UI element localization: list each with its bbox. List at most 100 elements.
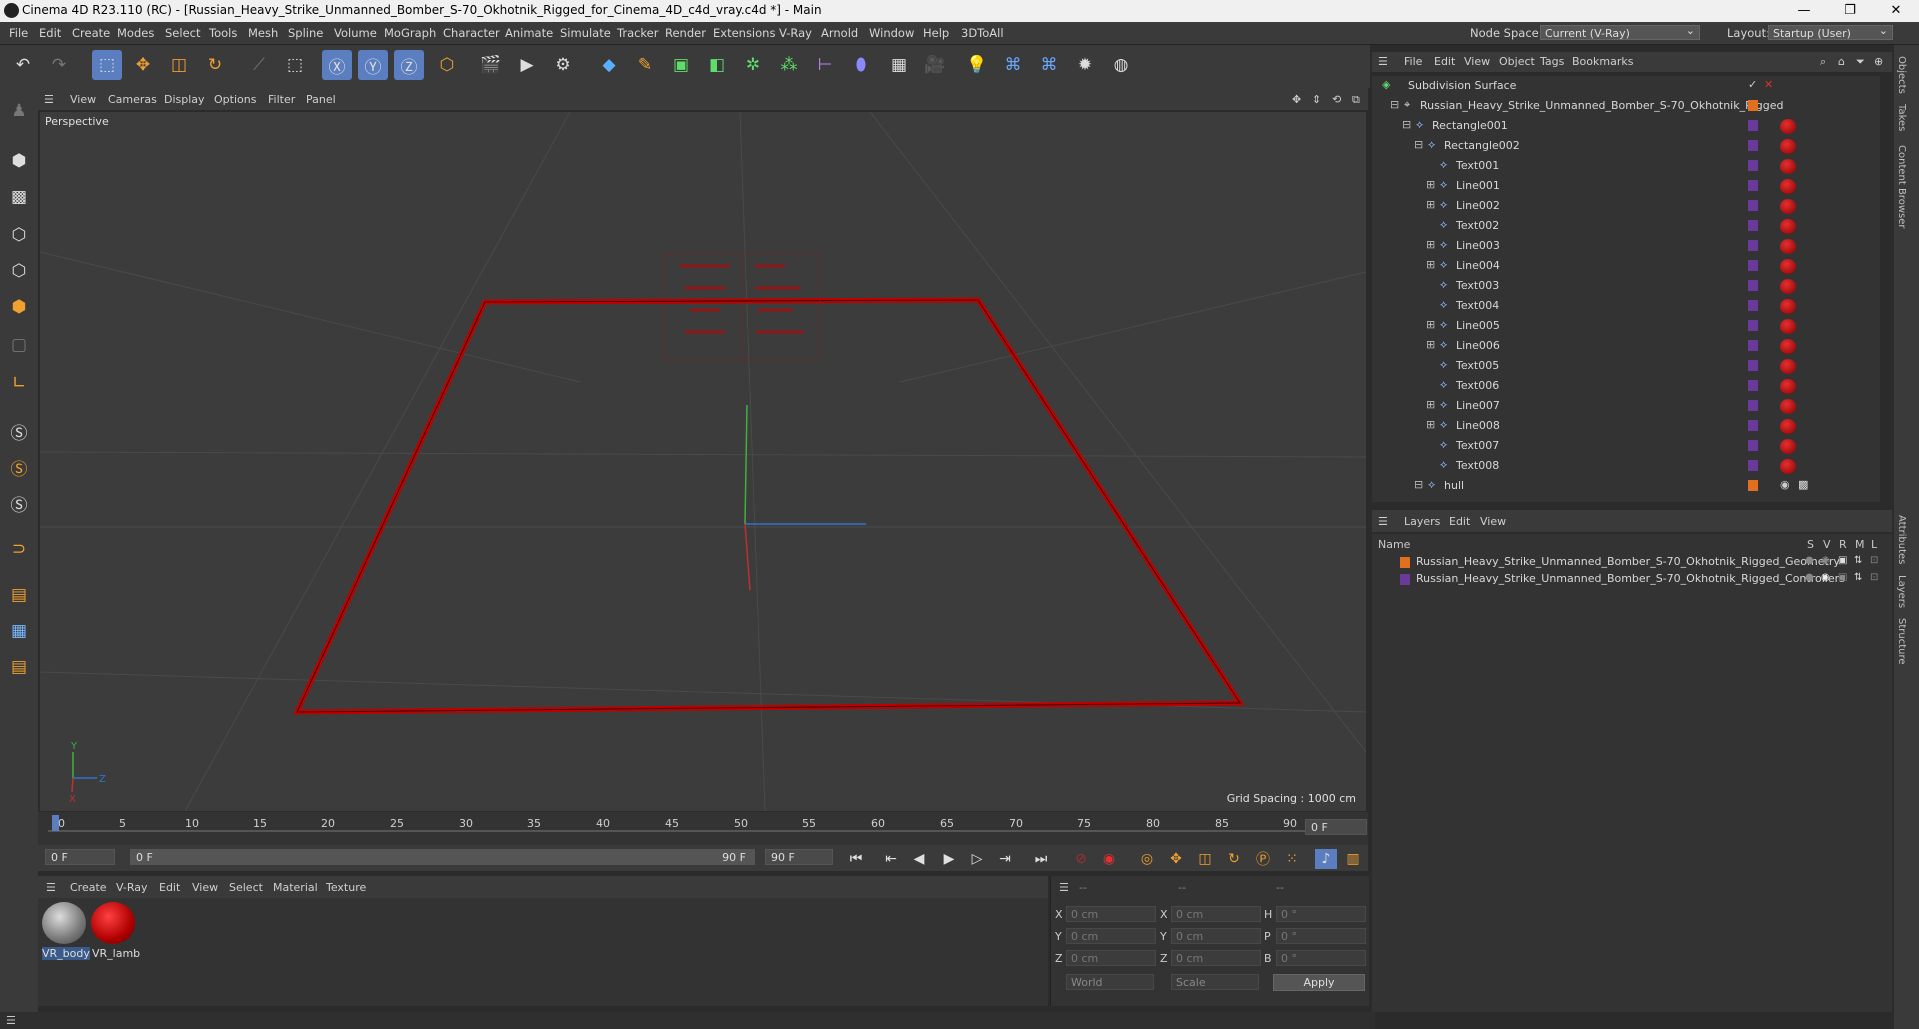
layer-color-swatch[interactable] [1748,340,1758,351]
layer-color-swatch[interactable] [1748,200,1758,211]
grid-icon[interactable]: ▦ [4,616,34,646]
coordinate-system-icon[interactable]: ⬚ [280,50,310,80]
extrude-icon[interactable]: ◧ [702,50,732,80]
disabled-x-icon[interactable]: ✕ [1764,79,1776,91]
material-vr-lamb-swatch[interactable] [91,902,135,944]
go-to-end-icon[interactable]: ⏭ [1030,849,1052,869]
layer-color-swatch[interactable] [1748,380,1758,391]
coords-hamburger-icon[interactable]: ☰ [1059,881,1069,894]
material-menu-view[interactable]: View [192,881,218,894]
menu-simulate[interactable]: Simulate [560,26,611,40]
expand-icon[interactable]: ⊞ [1426,419,1438,431]
expand-icon[interactable]: ⊞ [1426,319,1438,331]
rot-h-field[interactable]: 0 ° [1276,906,1366,922]
tab-takes[interactable]: Takes [1896,104,1907,131]
edit-checkmark-icon[interactable]: ✓ [1748,79,1760,91]
tab-content-browser[interactable]: Content Browser [1896,145,1907,228]
previous-key-icon[interactable]: ⇤ [880,849,902,869]
x-axis-lock-icon[interactable]: Ⓧ [322,50,352,80]
layer-solo-icon[interactable]: ● [1805,572,1814,583]
render-view-icon[interactable]: ▶ [512,50,542,80]
menu-volume[interactable]: Volume [334,26,377,40]
frame-range-slider[interactable]: 0 F 90 F [130,849,755,865]
autokey-icon[interactable]: ◉ [1098,849,1120,869]
viewport-menu-view[interactable]: View [70,93,96,106]
object-home-icon[interactable]: ⌂ [1838,55,1845,68]
menu-spline[interactable]: Spline [288,26,323,40]
timeline-window-icon[interactable]: ♪ [1315,849,1337,869]
maximize-button[interactable]: ❐ [1827,0,1873,22]
material-tag-icon[interactable] [1780,279,1796,294]
menu-extensions[interactable]: Extensions [713,26,775,40]
object-menu-file[interactable]: File [1404,55,1422,68]
menu-file[interactable]: File [9,26,28,40]
menu-character[interactable]: Character [443,26,500,40]
layer-row-geometry[interactable]: Russian_Heavy_Strike_Unmanned_Bomber_S-7… [1372,554,1892,571]
tab-attributes[interactable]: Attributes [1896,515,1907,564]
menu-3dtoall[interactable]: 3DToAll [961,26,1004,40]
menu-select[interactable]: Select [165,26,200,40]
expand-icon[interactable]: ⊞ [1426,239,1438,251]
menu-window[interactable]: Window [869,26,914,40]
minimize-button[interactable]: — [1781,0,1827,22]
object-row-text008[interactable]: ⟡ Text008 [1372,456,1880,476]
material-menu-select[interactable]: Select [229,881,263,894]
points-mode-icon[interactable]: ⬡ [4,220,34,250]
layer-color-swatch[interactable] [1400,557,1410,568]
z-axis-lock-icon[interactable]: Ⓩ [394,50,424,80]
viewport-menu-panel[interactable]: Panel [306,93,336,106]
expand-icon[interactable]: ⊞ [1426,259,1438,271]
polygons-mode-icon[interactable]: ⬢ [4,292,34,322]
layer-lock-icon[interactable]: ⊡ [1870,555,1878,566]
object-row-line003[interactable]: ⊞ ⟡ Line003 [1372,236,1880,256]
material-tag-icon[interactable] [1780,319,1796,334]
node-space-dropdown[interactable]: Current (V-Ray) [1540,23,1700,40]
key-scale-icon[interactable]: ◫ [1194,849,1216,869]
object-row-text002[interactable]: ⟡ Text002 [1372,216,1880,236]
viewport-rotate-icon[interactable]: ⟲ [1332,93,1341,106]
key-position-icon[interactable]: ✥ [1165,849,1187,869]
object-row-rectangle002[interactable]: ⊟ ⟡ Rectangle002 [1372,136,1880,156]
end-frame-field[interactable]: 90 F [765,849,833,865]
vray-gear-icon[interactable]: ✹ [1070,50,1100,80]
menu-mesh[interactable]: Mesh [248,26,278,40]
viewport-menu-options[interactable]: Options [214,93,256,106]
undo-icon[interactable]: ↶ [8,50,38,80]
object-row-hull[interactable]: ⊟ ⟡ hull ◉ ▩ [1372,476,1880,496]
recent-tool-icon[interactable]: ⟋ [244,50,274,80]
collapse-icon[interactable]: ⊟ [1414,479,1426,491]
perspective-viewport[interactable]: Y Z X Perspective Grid Spacing : 1000 cm [40,112,1366,811]
move-icon[interactable]: ✥ [128,50,158,80]
coordinate-mode-dropdown[interactable]: World [1066,974,1154,990]
layer-color-swatch[interactable] [1748,220,1758,231]
layer-color-swatch[interactable] [1748,400,1758,411]
y-axis-lock-icon[interactable]: Ⓨ [358,50,388,80]
object-search-icon[interactable]: ⌕ [1820,55,1826,69]
go-to-start-icon[interactable]: ⏮ [845,849,867,869]
layer-color-swatch[interactable] [1748,180,1758,191]
viewport-pan-icon[interactable]: ✥ [1292,93,1301,106]
object-row-line008[interactable]: ⊞ ⟡ Line008 [1372,416,1880,436]
texture-mode-icon[interactable]: ▩ [4,182,34,212]
locked-workplane-icon[interactable]: ▤ [4,652,34,682]
cloner-icon[interactable]: ✲ [738,50,768,80]
object-row-rectangle001[interactable]: ⊟ ⟡ Rectangle001 [1372,116,1880,136]
object-row-bomber-null[interactable]: ⊟ ⌖ Russian_Heavy_Strike_Unmanned_Bomber… [1372,96,1880,116]
snap-2-icon[interactable]: Ⓢ [4,452,34,482]
object-menu-view[interactable]: View [1464,55,1490,68]
object-row-text007[interactable]: ⟡ Text007 [1372,436,1880,456]
object-hamburger-icon[interactable]: ☰ [1378,55,1388,68]
dope-sheet-icon[interactable]: ▥ [1342,849,1364,869]
python-icon[interactable]: ⌘ [998,50,1028,80]
layer-color-swatch[interactable] [1748,320,1758,331]
menu-edit[interactable]: Edit [39,26,61,40]
layer-color-swatch[interactable] [1400,574,1410,585]
field-icon[interactable]: ⊢ [810,50,840,80]
material-tag-icon[interactable] [1780,459,1796,474]
menu-modes[interactable]: Modes [117,26,154,40]
object-row-line006[interactable]: ⊞ ⟡ Line006 [1372,336,1880,356]
object-row-text001[interactable]: ⟡ Text001 [1372,156,1880,176]
layer-color-swatch[interactable] [1748,160,1758,171]
object-menu-edit[interactable]: Edit [1434,55,1455,68]
menu-vray[interactable]: V-Ray [779,26,812,40]
